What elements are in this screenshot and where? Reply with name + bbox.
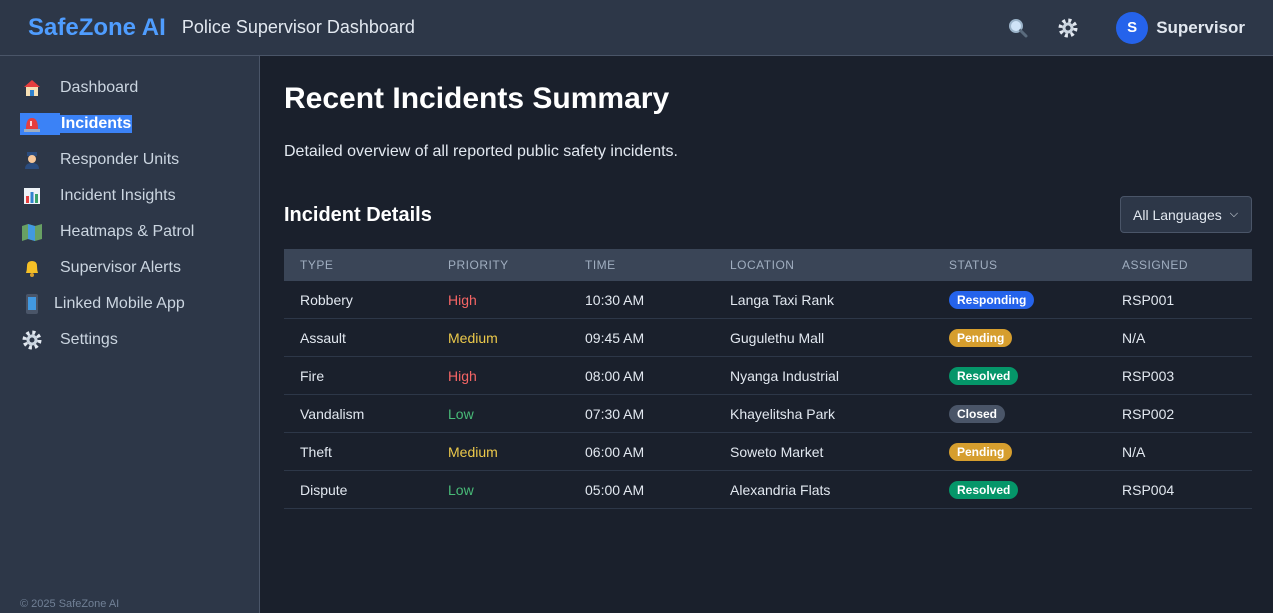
top-right-controls: S Supervisor xyxy=(1006,11,1245,44)
user-name[interactable]: Supervisor xyxy=(1156,18,1245,38)
cell-type: Fire xyxy=(300,367,325,384)
cell-time: 05:00 AM xyxy=(585,481,645,498)
status-badge: Closed xyxy=(949,404,1006,423)
brand-logo[interactable]: SafeZone AI xyxy=(28,14,166,42)
police-officer-icon xyxy=(20,149,44,171)
chevron-down-icon: ⌵ xyxy=(1229,208,1239,220)
cell-type: Robbery xyxy=(300,291,353,308)
siren-icon xyxy=(20,113,60,135)
gear-icon[interactable] xyxy=(1056,16,1080,40)
column-header-status[interactable]: STATUS xyxy=(949,258,998,272)
avatar[interactable]: S xyxy=(1116,11,1149,44)
house-icon xyxy=(20,77,44,99)
cell-time: 10:30 AM xyxy=(585,291,645,308)
cell-priority: Medium xyxy=(448,443,498,460)
sidebar-item-settings[interactable]: Settings xyxy=(20,328,118,352)
cell-location: Soweto Market xyxy=(730,443,824,460)
table-row[interactable]: Theft Medium 06:00 AM Soweto Market Pending N… xyxy=(284,433,1252,471)
table-row[interactable]: Vandalism Low 07:30 AM Khayelitsha Park Clos… xyxy=(284,395,1252,433)
sidebar-item-label: Heatmaps & Patrol xyxy=(60,223,195,240)
cell-location: Gugulethu Mall xyxy=(730,329,825,346)
cell-time: 06:00 AM xyxy=(585,443,645,460)
sidebar-item-incident-insights[interactable]: Incident Insights xyxy=(20,184,176,208)
cell-time: 09:45 AM xyxy=(585,329,645,346)
cell-type: Dispute xyxy=(300,481,348,498)
cell-location: Khayelitsha Park xyxy=(730,405,836,422)
column-header-type[interactable]: TYPE xyxy=(300,258,333,272)
mobile-phone-icon xyxy=(20,293,44,315)
cell-priority: Low xyxy=(448,405,474,422)
status-badge: Responding xyxy=(949,290,1035,309)
sidebar-item-label: Dashboard xyxy=(60,79,139,96)
column-header-assigned[interactable]: ASSIGNED xyxy=(1122,258,1188,272)
app-title: Police Supervisor Dashboard xyxy=(181,17,415,37)
sidebar-item-linked-mobile-app[interactable]: Linked Mobile App xyxy=(20,292,185,316)
sidebar-item-label: Incident Insights xyxy=(60,187,176,204)
sidebar-item-label: Supervisor Alerts xyxy=(60,259,181,276)
top-bar: SafeZone AI Police Supervisor Dashboard … xyxy=(0,0,1273,56)
cell-time: 07:30 AM xyxy=(585,405,645,422)
cell-location: Nyanga Industrial xyxy=(730,367,839,384)
sidebar-item-dashboard[interactable]: Dashboard xyxy=(20,76,138,100)
status-badge: Resolved xyxy=(949,366,1019,385)
section-title: Incident Details xyxy=(284,204,432,226)
page-description: Detailed overview of all reported public… xyxy=(284,143,678,160)
map-icon xyxy=(20,221,44,243)
cell-assigned: RSP001 xyxy=(1122,291,1175,308)
cell-assigned: N/A xyxy=(1122,329,1146,346)
table-header: TYPE PRIORITY TIME LOCATION STATUS ASSIG… xyxy=(284,249,1252,281)
language-select[interactable]: All Languages ⌵ xyxy=(1120,196,1252,233)
cell-location: Langa Taxi Rank xyxy=(730,291,835,308)
status-badge: Pending xyxy=(949,442,1013,461)
table-row[interactable]: Assault Medium 09:45 AM Gugulethu Mall Pendi… xyxy=(284,319,1252,357)
status-badge: Resolved xyxy=(949,480,1019,499)
cell-assigned: N/A xyxy=(1122,443,1146,460)
status-badge: Pending xyxy=(949,328,1013,347)
gear-icon xyxy=(20,329,44,351)
cell-priority: Medium xyxy=(448,329,498,346)
table-row[interactable]: Dispute Low 05:00 AM Alexandria Flats Resolv… xyxy=(284,471,1252,509)
table-body: Robbery High 10:30 AM Langa Taxi Rank Respon… xyxy=(284,281,1252,509)
sidebar-item-incidents[interactable]: Incidents xyxy=(20,112,133,136)
sidebar-item-supervisor-alerts[interactable]: Supervisor Alerts xyxy=(20,256,181,280)
column-header-location[interactable]: LOCATION xyxy=(730,258,794,272)
cell-time: 08:00 AM xyxy=(585,367,645,384)
language-select-value: All Languages xyxy=(1133,206,1222,223)
table-row[interactable]: Robbery High 10:30 AM Langa Taxi Rank Respon… xyxy=(284,281,1252,319)
cell-priority: High xyxy=(448,367,477,384)
column-header-time[interactable]: TIME xyxy=(585,258,616,272)
column-header-priority[interactable]: PRIORITY xyxy=(448,258,509,272)
cell-type: Assault xyxy=(300,329,346,346)
cell-assigned: RSP002 xyxy=(1122,405,1175,422)
sidebar-item-label: Linked Mobile App xyxy=(54,295,185,312)
cell-type: Theft xyxy=(300,443,332,460)
cell-location: Alexandria Flats xyxy=(730,481,831,498)
sidebar-item-label: Incidents xyxy=(60,115,133,133)
sidebar: Dashboard Incidents Responder Units Inci… xyxy=(0,56,260,613)
incidents-table: TYPE PRIORITY TIME LOCATION STATUS ASSIG… xyxy=(284,249,1252,509)
page-title: Recent Incidents Summary xyxy=(284,82,670,115)
table-row[interactable]: Fire High 08:00 AM Nyanga Industrial Resolve… xyxy=(284,357,1252,395)
cell-type: Vandalism xyxy=(300,405,365,422)
search-icon[interactable] xyxy=(1006,16,1030,40)
bar-chart-icon xyxy=(20,185,44,207)
cell-priority: Low xyxy=(448,481,474,498)
footer-copyright: © 2025 SafeZone AI xyxy=(20,598,120,610)
sidebar-item-heatmaps-patrol[interactable]: Heatmaps & Patrol xyxy=(20,220,194,244)
sidebar-item-label: Settings xyxy=(60,331,118,348)
bell-icon xyxy=(20,257,44,279)
cell-assigned: RSP004 xyxy=(1122,481,1175,498)
cell-priority: High xyxy=(448,291,477,308)
sidebar-item-label: Responder Units xyxy=(60,151,180,168)
sidebar-item-responder-units[interactable]: Responder Units xyxy=(20,148,179,172)
cell-assigned: RSP003 xyxy=(1122,367,1175,384)
